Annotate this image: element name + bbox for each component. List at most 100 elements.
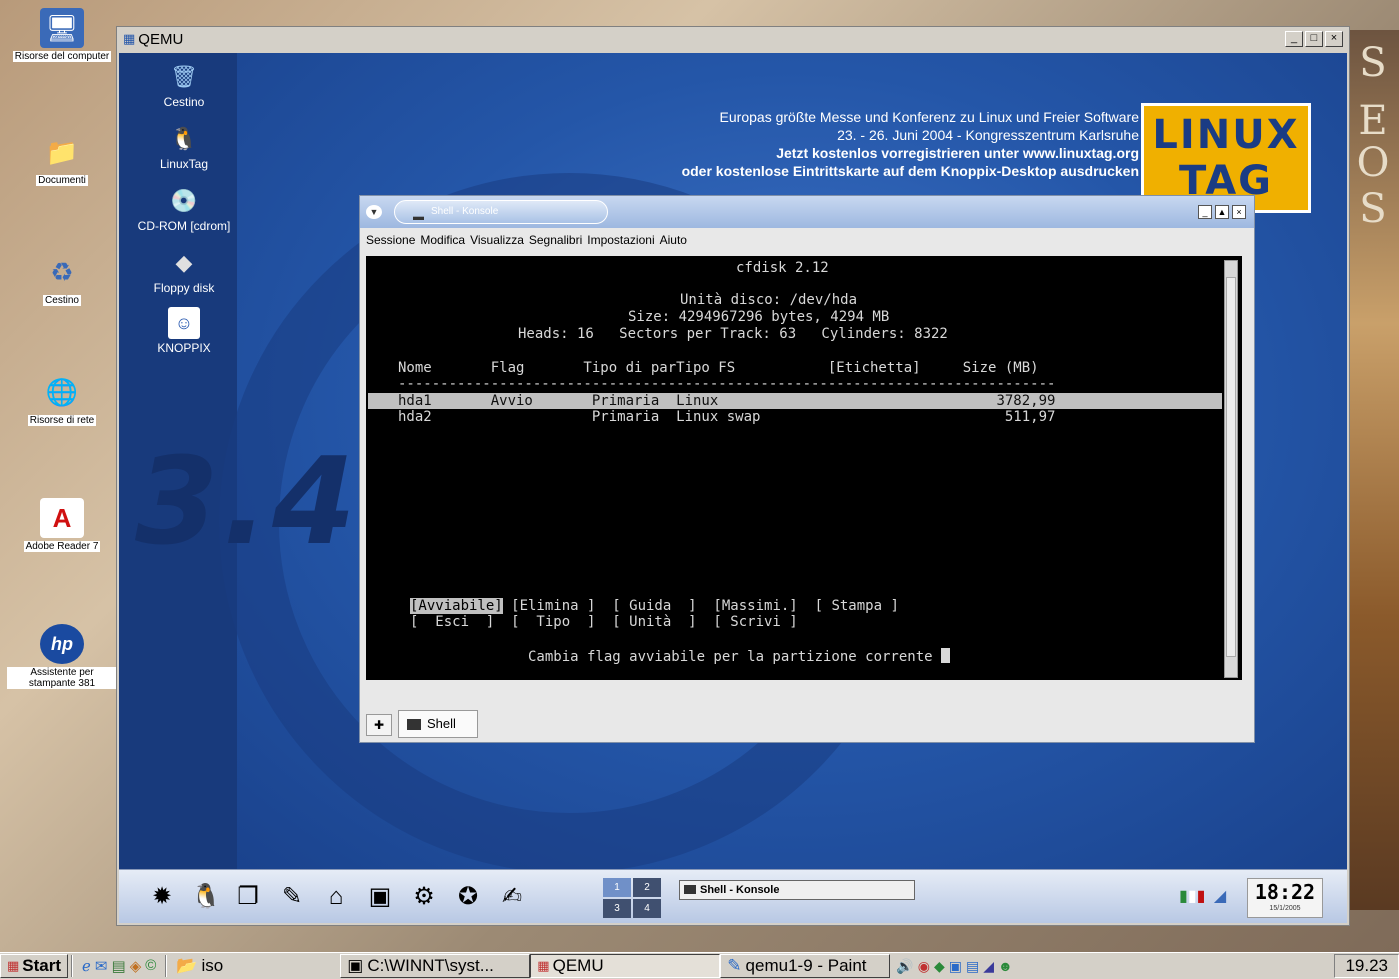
guest-icon-cdrom[interactable]: 💿 CD-ROM [cdrom] [119, 185, 249, 233]
host-icon-documents[interactable]: 📁 Documenti [6, 132, 118, 189]
tray-app-icon[interactable]: ◢ [1214, 888, 1226, 905]
partition-row-hda2[interactable]: hda2 Primaria Linux swap 511,97 [398, 409, 1055, 425]
terminal-scrollbar[interactable] [1224, 260, 1238, 678]
host-icon-recycle-bin[interactable]: ♻ Cestino [6, 252, 118, 309]
menu-modifica[interactable]: Modifica [420, 233, 465, 247]
ccleaner-icon[interactable]: © [145, 957, 156, 975]
tray-icon[interactable]: ◉ [918, 958, 930, 975]
konqueror-icon[interactable]: ⚙ [407, 880, 441, 914]
wallpaper-letter: O [1356, 140, 1390, 186]
qemu-maximize-button[interactable]: □ [1305, 31, 1323, 47]
quicklaunch-app-icon[interactable]: ◈ [130, 957, 142, 975]
host-icon-adobe-reader[interactable]: A Adobe Reader 7 [6, 498, 118, 555]
adobe-reader-icon: A [40, 498, 84, 538]
qemu-close-button[interactable]: × [1325, 31, 1343, 47]
pager-desktop-3[interactable]: 3 [603, 899, 631, 918]
status-text: Cambia flag avviabile per la partizione … [528, 649, 942, 665]
hp-printer-icon: hp [40, 624, 84, 664]
konsole-launcher-icon[interactable]: ▣ [363, 880, 397, 914]
outlook-icon[interactable]: ✉ [95, 957, 108, 975]
konsole-titlebar[interactable]: ▼ ▬ Shell - Konsole _ ▲ × [360, 196, 1254, 228]
task-label: C:\WINNT\syst... [367, 956, 494, 975]
guest-icon-floppy[interactable]: ◆ Floppy disk [119, 247, 249, 295]
guest-icon-trash[interactable]: 🗑 Cestino [119, 61, 249, 109]
konsole-maximize-button[interactable]: ▲ [1215, 205, 1229, 219]
show-desktop-icon[interactable]: ❐ [231, 880, 265, 914]
tab-shell-label: Shell [427, 716, 456, 731]
taskbar-cmd[interactable]: ▣ C:\WINNT\syst... [340, 954, 531, 978]
guest-icon-label: Cestino [163, 95, 205, 109]
menu-options[interactable]: [Elimina ] [ Guida ] [Massimi.] [ Stampa… [503, 598, 899, 614]
task-label: iso [201, 956, 224, 975]
menu-aiuto[interactable]: Aiuto [660, 233, 687, 247]
home-icon[interactable]: ⌂ [319, 880, 353, 914]
guest-icon-label: CD-ROM [cdrom] [137, 219, 231, 233]
tray-icon[interactable]: ◆ [934, 958, 945, 975]
taskbar-qemu[interactable]: ▦ QEMU [530, 954, 721, 978]
menu-visualizza[interactable]: Visualizza [470, 233, 524, 247]
kde-menu-icon[interactable]: ✹ [145, 880, 179, 914]
wallpaper-letter: S [1359, 40, 1387, 86]
host-icon-my-computer[interactable]: 🖥 Risorse del computer [6, 8, 118, 65]
network-icon: 🌐 [45, 376, 79, 407]
konsole-menubar: Sessione Modifica Visualizza Segnalibri … [360, 228, 1254, 252]
partition-row-hda1[interactable]: hda1 Avvio Primaria Linux 3782,99 [398, 393, 1055, 409]
tab-shell[interactable]: Shell [398, 710, 478, 738]
taskbar-konsole-task[interactable]: Shell - Konsole [679, 880, 915, 900]
kde-clock[interactable]: 18:22 15/1/2005 [1247, 878, 1323, 918]
term-geometry: Heads: 16 Sectors per Track: 63 Cylinder… [518, 326, 948, 342]
terminal-area[interactable]: cfdisk 2.12 Unità disco: /dev/hda Size: … [366, 256, 1242, 680]
banner-line: 23. - 26. Juni 2004 - Kongresszentrum Ka… [837, 127, 1139, 143]
keyboard-layout-flag-icon[interactable]: ▮ [1179, 888, 1188, 905]
term-separator: ----------------------------------------… [398, 376, 1056, 392]
windows-logo-icon: ▦ [7, 958, 20, 973]
cfdisk-menu-line-2[interactable]: [ Esci ] [ Tipo ] [ Unità ] [ Scrivi ] [410, 614, 798, 630]
kde-clock-date: 15/1/2005 [1269, 905, 1301, 912]
terminal-icon [407, 719, 421, 730]
editor-icon[interactable]: ✍ [495, 880, 529, 914]
konsole-minimize-button[interactable]: _ [1198, 205, 1212, 219]
konsole-close-button[interactable]: × [1232, 205, 1246, 219]
taskbar-paint[interactable]: ✎ qemu1-9 - Paint [720, 954, 891, 978]
host-icon-hp-printer[interactable]: hp Assistente per stampante 381 [6, 624, 118, 692]
new-session-icon[interactable]: ✚ [366, 714, 392, 736]
menu-impostazioni[interactable]: Impostazioni [587, 233, 654, 247]
help-icon[interactable]: ✪ [451, 880, 485, 914]
pager-desktop-2[interactable]: 2 [633, 878, 661, 897]
taskbar-iso-folder[interactable]: 📂 iso [170, 954, 340, 978]
language-icon[interactable]: ▤ [966, 958, 979, 975]
show-desktop-icon[interactable]: ▤ [112, 957, 126, 975]
host-clock[interactable]: 19.23 [1334, 954, 1399, 978]
guest-wallpaper-version: 3.4 [135, 433, 360, 572]
menu-avviabile-selected[interactable]: [Avviabile] [410, 598, 503, 614]
term-disk: Unità disco: /dev/hda [680, 292, 858, 308]
window-menu-icon[interactable]: ▼ [366, 205, 382, 219]
menu-segnalibri[interactable]: Segnalibri [529, 233, 582, 247]
guest-icon-linuxtag[interactable]: 🐧 LinuxTag [119, 123, 249, 171]
volume-icon[interactable]: 🔊 [896, 958, 913, 975]
qemu-app-icon: ▦ [537, 958, 550, 973]
qemu-minimize-button[interactable]: _ [1285, 31, 1303, 47]
cfdisk-status-line: Cambia flag avviabile per la partizione … [528, 648, 951, 665]
scrollbar-thumb[interactable] [1226, 277, 1236, 657]
tray-icon[interactable]: ▣ [949, 958, 962, 975]
trash-icon: 🗑 [170, 64, 198, 89]
tray-icon[interactable]: ◢ [983, 958, 994, 975]
kde-clock-time: 18:22 [1254, 880, 1316, 904]
menu-sessione[interactable]: Sessione [366, 233, 415, 247]
host-icon-label: Assistente per stampante 381 [7, 667, 117, 689]
kde-panel: ✹ 🐧 ❐ ✎ ⌂ ▣ ⚙ ✪ ✍ 1 2 3 4 Shell - Konsol… [119, 869, 1347, 923]
pager-desktop-4[interactable]: 4 [633, 899, 661, 918]
host-icon-network[interactable]: 🌐 Risorse di rete [6, 372, 118, 429]
knoppix-menu-icon[interactable]: 🐧 [189, 880, 223, 914]
messenger-icon[interactable]: ☻ [998, 958, 1013, 975]
folder-icon: 📁 [45, 136, 79, 167]
tools-icon[interactable]: ✎ [275, 880, 309, 914]
guest-icon-knoppix[interactable]: ☺ KNOPPIX [119, 307, 249, 355]
konsole-window: ▼ ▬ Shell - Konsole _ ▲ × Sessione Modif… [359, 195, 1255, 743]
start-button[interactable]: ▦ Start [0, 954, 69, 978]
pager-desktop-1[interactable]: 1 [603, 878, 631, 897]
internet-explorer-icon[interactable]: ℯ [82, 957, 91, 975]
guest-desktop: 3.4 🗑 Cestino 🐧 LinuxTag 💿 CD-ROM [cdrom… [119, 53, 1347, 923]
qemu-titlebar[interactable]: ▦ QEMU [117, 27, 1349, 51]
